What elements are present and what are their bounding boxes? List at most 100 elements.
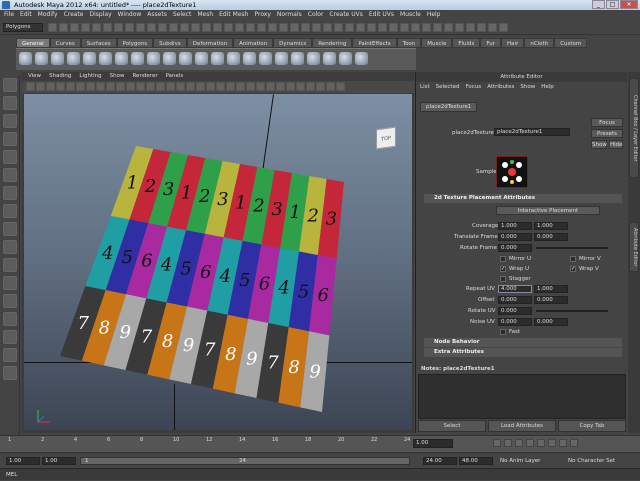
toolbox-tool-icon[interactable] [3,258,17,272]
start-time-field[interactable]: 1.00 [6,457,40,465]
status-tool-icon[interactable] [70,23,79,32]
repeat-v-field[interactable]: 1.000 [534,285,568,293]
menu-assets[interactable]: Assets [147,10,167,20]
play-forward-icon[interactable] [537,439,545,447]
node-tab[interactable]: place2dTexture1 [420,102,478,112]
shelf-tool-icon[interactable] [51,52,64,65]
panel-tool-icon[interactable] [246,82,255,91]
maximize-button[interactable]: □ [606,0,619,9]
step-back-icon[interactable] [504,439,512,447]
wrap-v-checkbox[interactable]: ✓ Wrap V [570,265,599,273]
attr-menu-list[interactable]: List [420,82,430,92]
panel-menu-lighting[interactable]: Lighting [79,72,101,81]
status-tool-icon[interactable] [147,23,156,32]
time-slider[interactable]: 1 2 4 6 8 10 12 14 16 18 20 22 24 1.00 [0,435,640,452]
go-to-start-icon[interactable] [493,439,501,447]
status-tool-icon[interactable] [345,23,354,32]
toolbox-tool-icon[interactable] [3,132,17,146]
panel-tool-icon[interactable] [176,82,185,91]
shelf-tab-ncloth[interactable]: nCloth [524,38,555,48]
menu-create-uvs[interactable]: Create UVs [329,10,362,20]
shelf-tool-icon[interactable] [211,52,224,65]
panel-tool-icon[interactable] [216,82,225,91]
rotate-uv-slider[interactable] [536,310,608,312]
status-tool-icon[interactable] [334,23,343,32]
hide-button[interactable]: Hide [609,140,623,149]
status-tool-icon[interactable] [323,23,332,32]
repeat-u-field[interactable]: 4.000 [498,285,532,293]
viewcube[interactable]: TOP [376,126,396,150]
copy-tab-button[interactable]: Copy Tab [558,420,626,432]
toolbox-tool-icon[interactable] [3,312,17,326]
status-tool-icon[interactable] [433,23,442,32]
status-tool-icon[interactable] [92,23,101,32]
shelf-tab-polygons[interactable]: Polygons [116,38,154,48]
shelf-tool-icon[interactable] [323,52,336,65]
character-set-dropdown[interactable]: No Character Set [568,457,615,465]
panel-menu-renderer[interactable]: Renderer [132,72,157,81]
attr-menu-focus[interactable]: Focus [465,82,481,92]
menu-mesh[interactable]: Mesh [197,10,213,20]
toolbox-tool-icon[interactable] [3,168,17,182]
mirror-v-checkbox[interactable]: Mirror V [570,255,601,263]
textured-plane[interactable]: 1 2 3 1 2 3 1 2 3 1 2 34 5 6 4 5 6 4 5 6 4 5 67 8 9 7 8 9 7 8 9 7 8 9 [24,94,412,430]
status-tool-icon[interactable] [81,23,90,32]
notes-textarea[interactable] [418,374,626,419]
panel-tool-icon[interactable] [276,82,285,91]
rotate-uv-field[interactable]: 0.000 [498,307,532,315]
channel-box-tab[interactable]: Channel Box / Layer Editor [629,78,639,178]
toolbox-tool-icon[interactable] [3,186,17,200]
menu-create[interactable]: Create [64,10,84,20]
step-forward-icon[interactable] [559,439,567,447]
shelf-tab-deformation[interactable]: Deformation [186,38,234,48]
wrap-u-checkbox[interactable]: ✓ Wrap U [500,265,529,273]
shelf-tool-icon[interactable] [83,52,96,65]
section-extra-attributes[interactable]: Extra Attributes [424,348,622,357]
shelf-tool-icon[interactable] [99,52,112,65]
attr-menu-selected[interactable]: Selected [436,82,460,92]
panel-tool-icon[interactable] [126,82,135,91]
toolbox-tool-icon[interactable] [3,330,17,344]
toolbox-tool-icon[interactable] [3,78,17,92]
panel-menu-view[interactable]: View [28,72,41,81]
translate-frame-u-field[interactable]: 0.000 [498,233,532,241]
status-tool-icon[interactable] [59,23,68,32]
select-button[interactable]: Select [418,420,486,432]
status-tool-icon[interactable] [455,23,464,32]
panel-tool-icon[interactable] [86,82,95,91]
status-tool-icon[interactable] [279,23,288,32]
coverage-u-field[interactable]: 1.000 [498,222,532,230]
shelf-tab-custom[interactable]: Custom [554,38,588,48]
panel-tool-icon[interactable] [296,82,305,91]
status-tool-icon[interactable] [499,23,508,32]
toolbox-tool-icon[interactable] [3,240,17,254]
playback-start-field[interactable]: 1.00 [42,457,76,465]
panel-tool-icon[interactable] [66,82,75,91]
attr-menu-show[interactable]: Show [520,82,535,92]
mirror-u-checkbox[interactable]: Mirror U [500,255,531,263]
coverage-v-field[interactable]: 1.000 [534,222,568,230]
menu-normals[interactable]: Normals [277,10,302,20]
shelf-tab-general[interactable]: General [16,38,50,48]
status-tool-icon[interactable] [103,23,112,32]
status-tool-icon[interactable] [290,23,299,32]
stagger-checkbox[interactable]: Stagger [500,275,531,283]
noise-u-field[interactable]: 0.000 [498,318,532,326]
status-tool-icon[interactable] [202,23,211,32]
panel-tool-icon[interactable] [36,82,45,91]
attr-menu-attributes[interactable]: Attributes [487,82,514,92]
status-tool-icon[interactable] [400,23,409,32]
shelf-tool-icon[interactable] [19,52,32,65]
translate-frame-v-field[interactable]: 0.000 [534,233,568,241]
panel-menu-shading[interactable]: Shading [49,72,71,81]
status-tool-icon[interactable] [488,23,497,32]
shelf-tab-animation[interactable]: Animation [233,38,274,48]
menu-muscle[interactable]: Muscle [400,10,421,20]
panel-tool-icon[interactable] [56,82,65,91]
step-forward-key-icon[interactable] [548,439,556,447]
panel-tool-icon[interactable] [76,82,85,91]
status-tool-icon[interactable] [411,23,420,32]
panel-tool-icon[interactable] [136,82,145,91]
toolbox-tool-icon[interactable] [3,204,17,218]
panel-menu-show[interactable]: Show [110,72,125,81]
